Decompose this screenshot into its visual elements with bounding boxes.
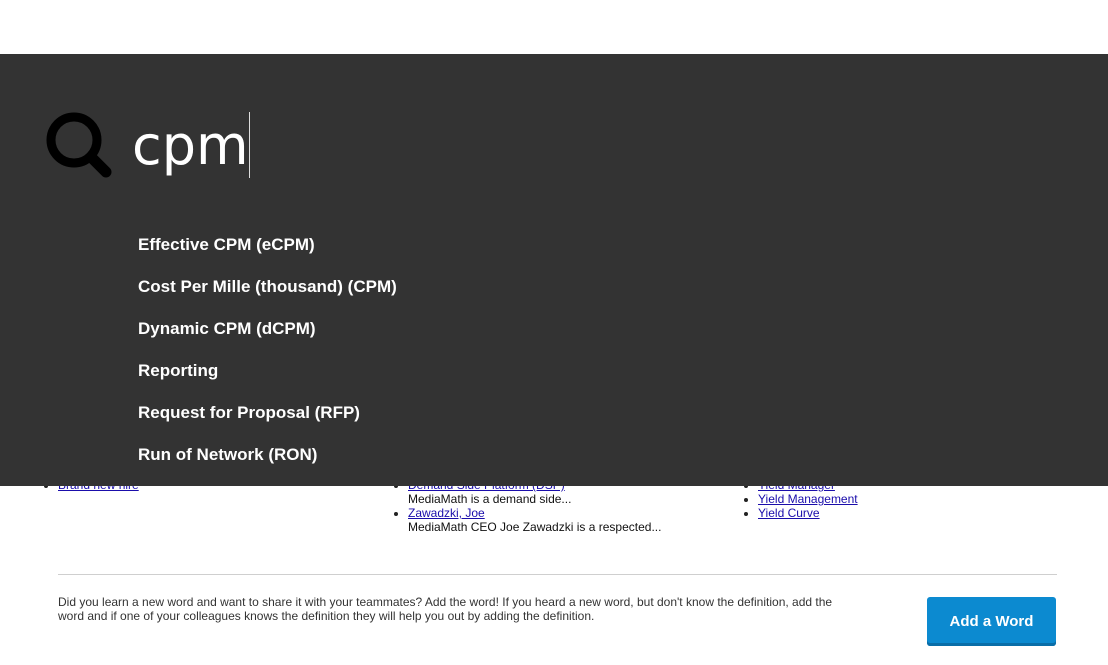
suggestion-item[interactable]: Reporting bbox=[138, 358, 397, 400]
suggestion-item[interactable]: Cost Per Mille (thousand) (CPM) bbox=[138, 274, 397, 316]
footer-description: Did you learn a new word and want to sha… bbox=[58, 595, 833, 623]
suggestion-list: Effective CPM (eCPM) Cost Per Mille (tho… bbox=[138, 232, 397, 484]
glossary-column-2: Demand Side Platform (DSP) MediaMath is … bbox=[390, 478, 661, 534]
term-link[interactable]: Yield Management bbox=[758, 492, 858, 506]
search-input[interactable] bbox=[132, 106, 832, 186]
suggestion-item[interactable]: Effective CPM (eCPM) bbox=[138, 232, 397, 274]
list-item: Yield Curve bbox=[758, 506, 858, 520]
term-description: MediaMath CEO Joe Zawadzki is a respecte… bbox=[408, 520, 662, 534]
list-item: Zawadzki, Joe MediaMath CEO Joe Zawadzki… bbox=[408, 506, 661, 534]
suggestion-item[interactable]: Dynamic CPM (dCPM) bbox=[138, 316, 397, 358]
term-description: MediaMath is a demand side... bbox=[408, 492, 572, 506]
term-link[interactable]: Zawadzki, Joe bbox=[408, 506, 485, 520]
add-word-button[interactable]: Add a Word bbox=[927, 597, 1056, 646]
list-item: Yield Management bbox=[758, 492, 858, 506]
divider bbox=[58, 574, 1057, 575]
search-overlay: Effective CPM (eCPM) Cost Per Mille (tho… bbox=[0, 54, 1108, 486]
suggestion-item[interactable]: Request for Proposal (RFP) bbox=[138, 400, 397, 442]
term-link[interactable]: Yield Curve bbox=[758, 506, 820, 520]
text-cursor bbox=[249, 112, 250, 178]
search-icon bbox=[46, 112, 112, 178]
suggestion-item[interactable]: Run of Network (RON) bbox=[138, 442, 397, 484]
